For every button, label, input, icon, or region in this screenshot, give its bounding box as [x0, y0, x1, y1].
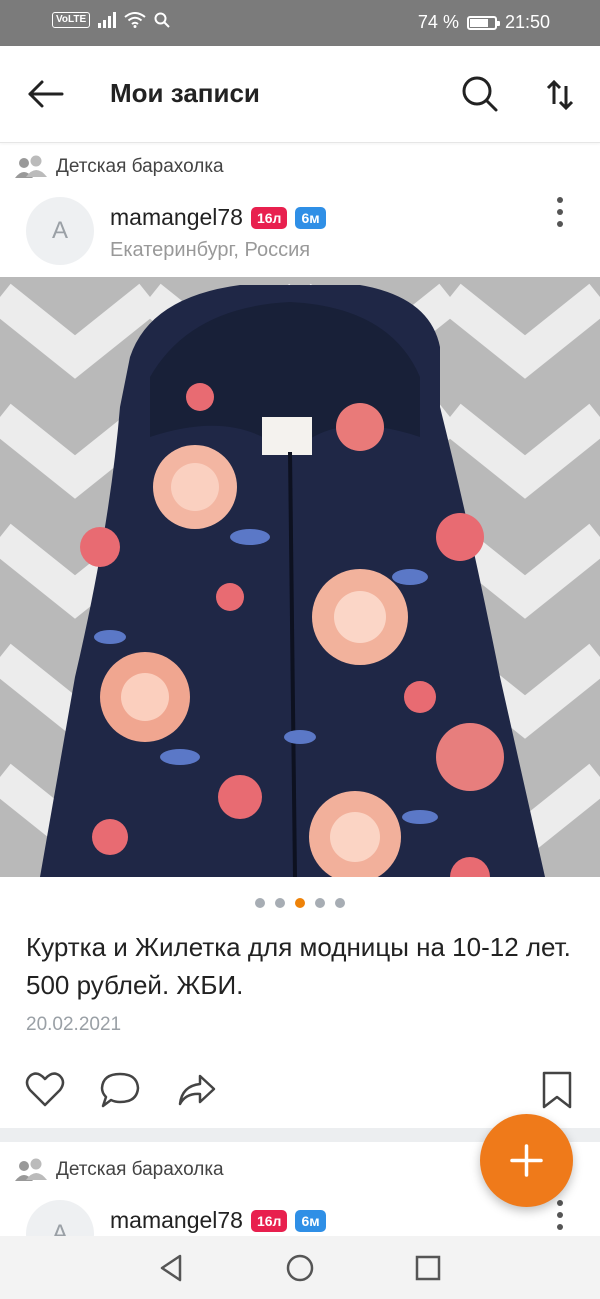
pagination-dot[interactable]	[275, 898, 285, 908]
avatar[interactable]: A	[26, 197, 94, 265]
author-line: mamangel78 16л 6м	[110, 204, 326, 231]
group-link[interactable]: Детская барахолка	[14, 1158, 224, 1182]
status-bar: VoLTE 74 % 21:50	[0, 0, 600, 46]
wifi-icon	[124, 12, 146, 28]
author-line: mamangel78 16л 6м	[110, 1207, 326, 1234]
post-actions	[0, 1070, 600, 1110]
age-badge: 16л	[250, 1209, 288, 1232]
nav-recents-icon[interactable]	[412, 1252, 444, 1284]
group-link[interactable]: Детская барахолка	[14, 155, 224, 179]
search-status-icon	[154, 12, 170, 28]
pagination-dot[interactable]	[335, 898, 345, 908]
app-bar: Мои записи	[0, 46, 600, 143]
group-name: Детская барахолка	[56, 156, 224, 177]
battery-percent: 74 %	[417, 12, 459, 32]
pagination-dot[interactable]	[315, 898, 325, 908]
plus-icon	[510, 1144, 543, 1177]
group-icon	[15, 1158, 47, 1181]
pagination-dot[interactable]	[255, 898, 265, 908]
share-icon[interactable]	[176, 1070, 218, 1110]
author-location: Екатеринбург, Россия	[110, 239, 311, 261]
post-date: 20.02.2021	[26, 1014, 122, 1035]
author-name[interactable]: mamangel78	[110, 204, 243, 231]
add-post-button[interactable]	[480, 1114, 573, 1207]
signal-icon	[98, 12, 117, 28]
volte-indicator: VoLTE	[52, 12, 91, 28]
system-nav-bar	[0, 1236, 600, 1299]
nav-back-icon[interactable]	[156, 1252, 188, 1284]
post-photo[interactable]	[0, 277, 600, 877]
page-title: Мои записи	[110, 78, 260, 108]
age-badge: 16л	[250, 206, 288, 229]
post-text: Куртка и Жилетка для модницы на 10-12 ле…	[26, 932, 571, 1000]
sort-arrows-icon[interactable]	[540, 74, 580, 114]
time-badge: 6м	[295, 206, 326, 229]
arrow-left-icon[interactable]	[26, 76, 66, 112]
clock: 21:50	[504, 12, 550, 32]
author-name[interactable]: mamangel78	[110, 1207, 243, 1234]
comment-icon[interactable]	[99, 1070, 141, 1110]
bookmark-icon[interactable]	[536, 1070, 578, 1110]
time-badge: 6м	[295, 1209, 326, 1232]
search-icon[interactable]	[460, 74, 500, 114]
photo-pagination	[0, 898, 600, 908]
battery-icon	[466, 15, 500, 30]
nav-home-icon[interactable]	[284, 1252, 316, 1284]
pagination-dot[interactable]	[295, 898, 305, 908]
group-icon	[15, 155, 47, 178]
like-icon[interactable]	[24, 1070, 66, 1110]
avatar-letter: A	[51, 217, 68, 244]
more-menu-icon[interactable]	[548, 194, 572, 230]
more-menu-icon[interactable]	[548, 1197, 572, 1233]
group-name: Детская барахолка	[56, 1159, 224, 1180]
